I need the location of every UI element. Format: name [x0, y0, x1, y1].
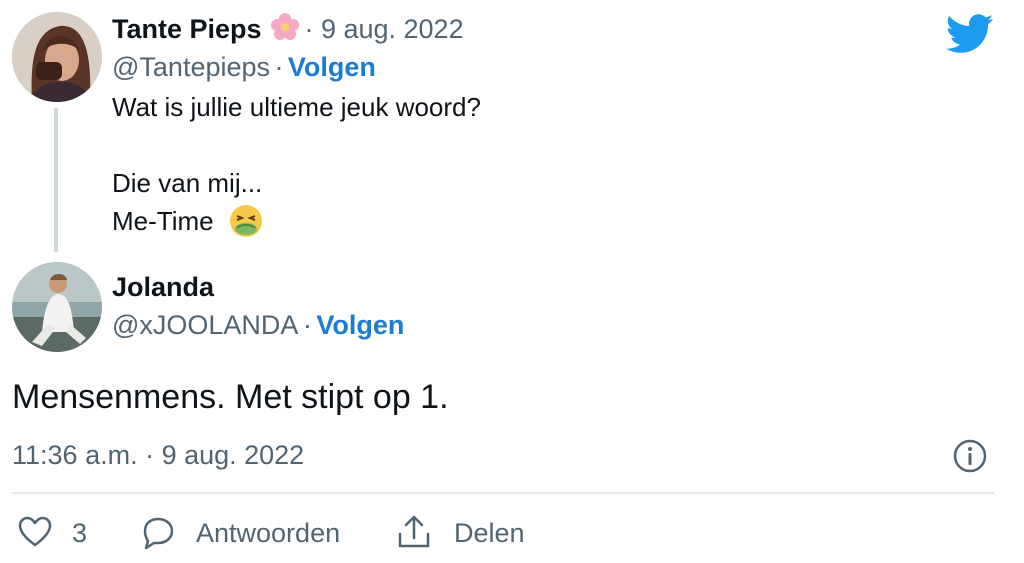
reply-subheader: @xJOOLANDA · Volgen	[112, 310, 404, 341]
original-tweet-line3-row: Me-Time	[112, 202, 263, 248]
divider	[12, 492, 994, 494]
share-button[interactable]: Delen	[454, 518, 525, 549]
reply-display-name[interactable]: Jolanda	[112, 272, 214, 303]
avatar-tante-pieps[interactable]	[12, 12, 102, 102]
original-tweet-line1: Wat is jullie ultieme jeuk woord?	[112, 92, 481, 122]
display-name[interactable]: Tante Pieps	[112, 14, 262, 44]
avatar-jolanda[interactable]	[12, 262, 102, 352]
handle[interactable]: @Tantepieps	[112, 52, 270, 82]
reply-handle[interactable]: @xJOOLANDA	[112, 310, 298, 340]
info-icon[interactable]	[952, 438, 988, 479]
separator: ·	[302, 310, 312, 340]
reply-icon[interactable]	[140, 516, 176, 555]
share-icon[interactable]	[396, 514, 432, 555]
original-tweet-header: Tante Pieps · 9 aug. 2022	[112, 12, 464, 47]
like-count[interactable]: 3	[72, 518, 87, 549]
reply-text: Mensenmens. Met stipt op 1.	[12, 378, 449, 416]
reply-button[interactable]: Antwoorden	[196, 518, 340, 549]
tweet-date[interactable]: · 9 aug. 2022	[304, 14, 463, 44]
flower-icon	[270, 12, 300, 47]
reply-follow-button[interactable]: Volgen	[316, 310, 404, 340]
thread-line	[54, 108, 58, 252]
twitter-logo-icon[interactable]	[945, 14, 994, 59]
original-tweet-subheader: @Tantepieps · Volgen	[112, 52, 376, 83]
original-tweet-line2: Die van mij...	[112, 168, 263, 198]
follow-button[interactable]: Volgen	[288, 52, 376, 82]
reply-timestamp[interactable]: 11:36 a.m. · 9 aug. 2022	[12, 440, 304, 471]
nauseated-face-icon	[229, 204, 263, 248]
separator: ·	[274, 52, 284, 82]
like-icon[interactable]	[18, 516, 52, 553]
original-tweet-line3: Me-Time	[112, 206, 214, 236]
